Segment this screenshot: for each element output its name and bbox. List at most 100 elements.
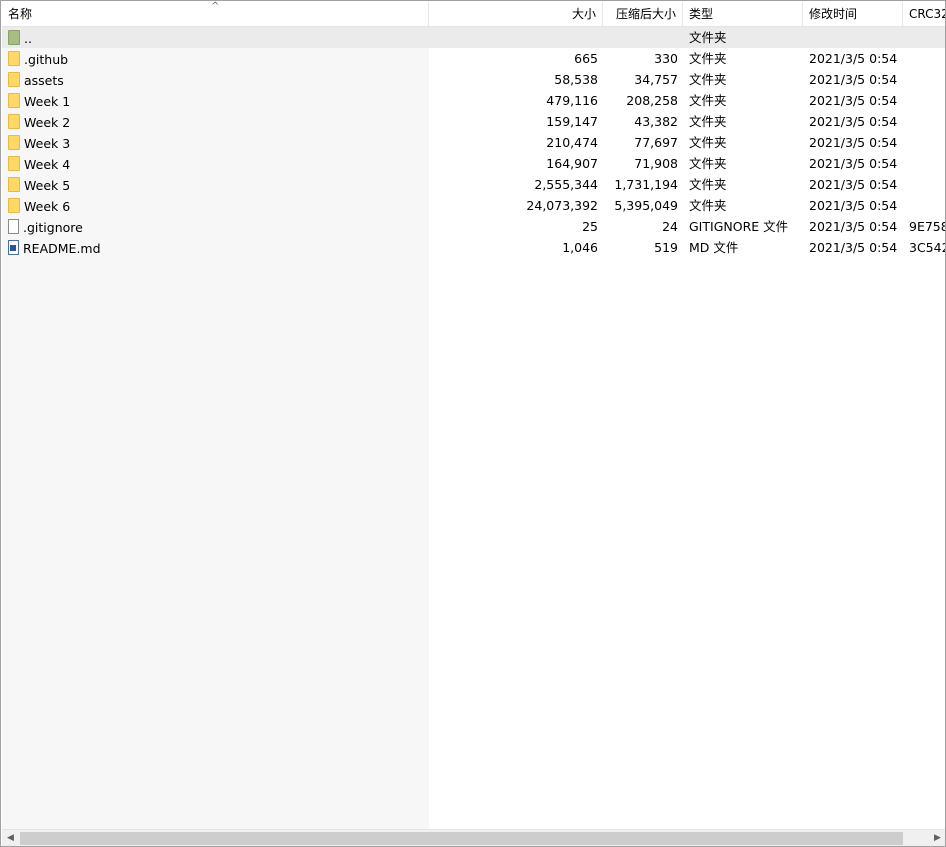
column-header: 名称 ^ 大小 压缩后大小 类型 修改时间 CRC32 xyxy=(2,1,945,27)
table-row[interactable]: Week 5 2,555,344 1,731,194 文件夹 2021/3/5 … xyxy=(2,174,945,195)
word-document-icon xyxy=(8,240,19,255)
file-name: Week 1 xyxy=(24,94,71,109)
file-packed-size: 5,395,049 xyxy=(614,198,678,213)
file-type: 文件夹 xyxy=(689,30,727,45)
header-crc32[interactable]: CRC32 xyxy=(903,2,945,27)
file-rows: .. 文件夹 .github 665 330 文件夹 2021/3/5 0:54… xyxy=(2,27,945,258)
table-row[interactable]: Week 2 159,147 43,382 文件夹 2021/3/5 0:54 xyxy=(2,111,945,132)
table-row[interactable]: Week 3 210,474 77,697 文件夹 2021/3/5 0:54 xyxy=(2,132,945,153)
file-crc32 xyxy=(909,132,945,153)
table-row[interactable]: README.md 1,046 519 MD 文件 2021/3/5 0:54 … xyxy=(2,237,945,258)
file-crc32 xyxy=(909,174,945,195)
file-icon xyxy=(8,219,19,234)
folder-icon xyxy=(8,177,20,192)
file-name: Week 2 xyxy=(24,115,71,130)
file-modified: 2021/3/5 0:54 xyxy=(809,114,898,129)
file-modified: 2021/3/5 0:54 xyxy=(809,93,898,108)
file-crc32 xyxy=(909,27,945,48)
table-row[interactable]: Week 6 24,073,392 5,395,049 文件夹 2021/3/5… xyxy=(2,195,945,216)
file-size: 164,907 xyxy=(546,156,598,171)
table-row[interactable]: assets 58,538 34,757 文件夹 2021/3/5 0:54 xyxy=(2,69,945,90)
table-row[interactable]: Week 4 164,907 71,908 文件夹 2021/3/5 0:54 xyxy=(2,153,945,174)
file-type: GITIGNORE 文件 xyxy=(689,219,789,234)
folder-up-icon xyxy=(8,30,20,45)
file-type: 文件夹 xyxy=(689,114,727,129)
file-modified: 2021/3/5 0:54 xyxy=(809,240,898,255)
archive-file-list: 名称 ^ 大小 压缩后大小 类型 修改时间 CRC32 .. 文件夹 .gith… xyxy=(0,0,946,847)
folder-icon xyxy=(8,72,20,87)
header-size[interactable]: 大小 xyxy=(429,2,603,27)
file-modified xyxy=(809,27,904,48)
file-packed-size: 330 xyxy=(654,51,678,66)
file-type: 文件夹 xyxy=(689,51,727,66)
file-crc32: 9E7587 xyxy=(909,219,945,234)
sort-ascending-icon: ^ xyxy=(211,1,220,12)
folder-icon xyxy=(8,93,20,108)
file-modified: 2021/3/5 0:54 xyxy=(809,219,898,234)
file-packed-size: 1,731,194 xyxy=(614,177,678,192)
file-crc32 xyxy=(909,69,945,90)
file-size xyxy=(430,27,598,48)
file-modified: 2021/3/5 0:54 xyxy=(809,177,898,192)
file-name: .github xyxy=(24,52,69,67)
scroll-right-icon[interactable]: ▶ xyxy=(929,830,945,846)
file-packed-size: 208,258 xyxy=(626,93,678,108)
scroll-left-icon[interactable]: ◀ xyxy=(2,830,19,846)
folder-icon xyxy=(8,135,20,150)
file-crc32 xyxy=(909,153,945,174)
file-modified: 2021/3/5 0:54 xyxy=(809,156,898,171)
file-size: 2,555,344 xyxy=(534,177,598,192)
file-modified: 2021/3/5 0:54 xyxy=(809,198,898,213)
file-type: 文件夹 xyxy=(689,135,727,150)
file-packed-size xyxy=(604,27,678,48)
folder-icon xyxy=(8,156,20,171)
file-packed-size: 71,908 xyxy=(634,156,678,171)
scrollbar-thumb[interactable] xyxy=(20,832,903,845)
file-name: Week 6 xyxy=(24,199,71,214)
file-size: 58,538 xyxy=(554,72,598,87)
file-crc32 xyxy=(909,195,945,216)
file-packed-size: 77,697 xyxy=(634,135,678,150)
file-size: 1,046 xyxy=(562,240,598,255)
file-packed-size: 519 xyxy=(654,240,678,255)
folder-icon xyxy=(8,51,20,66)
file-type: 文件夹 xyxy=(689,93,727,108)
horizontal-scrollbar[interactable]: ◀ ▶ xyxy=(2,829,945,846)
file-type: 文件夹 xyxy=(689,72,727,87)
file-crc32 xyxy=(909,90,945,111)
file-name: assets xyxy=(24,73,64,88)
file-packed-size: 43,382 xyxy=(634,114,678,129)
file-name: Week 3 xyxy=(24,136,71,151)
header-packed-size[interactable]: 压缩后大小 xyxy=(603,2,683,27)
file-type: 文件夹 xyxy=(689,198,727,213)
file-name: .gitignore xyxy=(23,220,83,235)
file-type: MD 文件 xyxy=(689,240,739,255)
file-size: 25 xyxy=(582,219,598,234)
file-size: 24,073,392 xyxy=(526,198,598,213)
file-packed-size: 34,757 xyxy=(634,72,678,87)
file-size: 479,116 xyxy=(546,93,598,108)
header-modified[interactable]: 修改时间 xyxy=(803,2,903,27)
file-crc32: 3C5424 xyxy=(909,240,945,255)
file-name: Week 4 xyxy=(24,157,71,172)
file-modified: 2021/3/5 0:54 xyxy=(809,72,898,87)
folder-icon xyxy=(8,114,20,129)
header-type[interactable]: 类型 xyxy=(683,2,803,27)
file-type: 文件夹 xyxy=(689,177,727,192)
table-row[interactable]: .gitignore 25 24 GITIGNORE 文件 2021/3/5 0… xyxy=(2,216,945,237)
file-size: 159,147 xyxy=(546,114,598,129)
table-row[interactable]: Week 1 479,116 208,258 文件夹 2021/3/5 0:54 xyxy=(2,90,945,111)
file-size: 210,474 xyxy=(546,135,598,150)
file-modified: 2021/3/5 0:54 xyxy=(809,135,898,150)
table-row[interactable]: .github 665 330 文件夹 2021/3/5 0:54 xyxy=(2,48,945,69)
file-name: Week 5 xyxy=(24,178,71,193)
table-row[interactable]: .. 文件夹 xyxy=(2,27,945,48)
file-crc32 xyxy=(909,48,945,69)
file-name: .. xyxy=(24,31,32,46)
file-size: 665 xyxy=(574,51,598,66)
file-crc32 xyxy=(909,111,945,132)
file-packed-size: 24 xyxy=(662,219,678,234)
file-modified: 2021/3/5 0:54 xyxy=(809,51,898,66)
file-type: 文件夹 xyxy=(689,156,727,171)
file-name: README.md xyxy=(23,241,101,256)
